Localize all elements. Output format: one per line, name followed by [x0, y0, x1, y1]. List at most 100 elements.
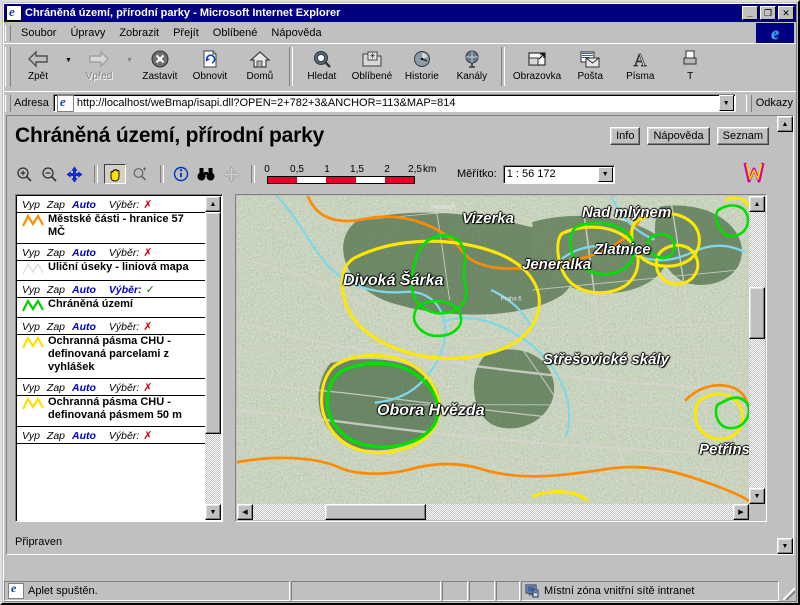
- links-grip[interactable]: [745, 94, 752, 112]
- layer-0-auto[interactable]: Auto: [72, 199, 96, 211]
- layer-1-off[interactable]: Vyp: [22, 247, 40, 259]
- minimize-icon: _: [747, 8, 753, 18]
- forward-dropdown-arrow-icon[interactable]: ▼: [126, 44, 133, 91]
- info-button[interactable]: Info: [610, 127, 641, 145]
- zoom-in-icon[interactable]: [13, 164, 35, 184]
- scale-select[interactable]: 1 : 56 172 ▼: [502, 164, 615, 184]
- map-view[interactable]: Nebušice Praha 6 Vizerka Nad mlýnem Zlat…: [237, 196, 749, 504]
- toolbar-refresh-button[interactable]: Obnovit: [185, 44, 235, 91]
- document-scroll-up-button[interactable]: ▲: [777, 116, 793, 132]
- toolbar-mail-button[interactable]: Pošta: [565, 44, 615, 91]
- layer-3-select-label[interactable]: Výběr:: [109, 321, 139, 333]
- toolbar-fonts-button[interactable]: A Písma: [615, 44, 665, 91]
- zoom-out-icon[interactable]: [38, 164, 60, 184]
- toolbar-history-button[interactable]: Historie: [397, 44, 447, 91]
- toolbar-home-button[interactable]: Domů: [235, 44, 285, 91]
- list-item[interactable]: Ochranná pásma CHÚ - definovaná parcelam…: [17, 335, 205, 379]
- layer-2-select-label[interactable]: Výběr:: [109, 284, 142, 296]
- document-scroll-track[interactable]: [777, 132, 793, 538]
- zoom-selection-icon[interactable]: [129, 164, 151, 184]
- layer-scroll-track[interactable]: [205, 212, 221, 504]
- toolbar-grip[interactable]: [5, 47, 11, 87]
- layer-2-select-mark[interactable]: ✓: [146, 283, 155, 296]
- resize-grip[interactable]: [780, 581, 796, 601]
- layer-5-auto[interactable]: Auto: [72, 430, 96, 442]
- menu-zobrazit[interactable]: Zobrazit: [112, 25, 166, 41]
- menu-oblibene[interactable]: Oblíbené: [206, 25, 265, 41]
- layer-panel-scrollbar[interactable]: ▲ ▼: [205, 196, 221, 520]
- address-dropdown-arrow-icon[interactable]: ▼: [718, 95, 734, 111]
- map-hscroll-thumb[interactable]: [325, 504, 426, 520]
- list-item[interactable]: Městské části - hranice 57 MČ: [17, 213, 205, 244]
- layer-1-on[interactable]: Zap: [47, 247, 65, 259]
- layer-2-off[interactable]: Vyp: [22, 284, 40, 296]
- layer-3-auto[interactable]: Auto: [72, 321, 96, 333]
- menu-grip[interactable]: [5, 25, 11, 41]
- map-horizontal-scrollbar[interactable]: ◀ ▶: [237, 504, 749, 520]
- layer-2-auto[interactable]: Auto: [72, 284, 96, 296]
- layer-3-off[interactable]: Vyp: [22, 321, 40, 333]
- map-scroll-up-button[interactable]: ▲: [749, 196, 765, 212]
- layer-1-auto[interactable]: Auto: [72, 247, 96, 259]
- menu-napoveda[interactable]: Nápověda: [264, 25, 328, 41]
- menu-soubor[interactable]: Soubor: [14, 25, 63, 41]
- links-button[interactable]: Odkazy: [742, 94, 796, 112]
- menu-upravy[interactable]: Úpravy: [63, 25, 112, 41]
- list-item[interactable]: Ochranná pásma CHÚ - definovaná pásmem 5…: [17, 396, 205, 427]
- document-scrollbar[interactable]: ▲ ▼: [777, 116, 793, 554]
- back-dropdown-arrow-icon[interactable]: ▼: [65, 44, 72, 91]
- find-binoculars-icon[interactable]: [195, 164, 217, 184]
- layer-scroll-thumb[interactable]: [205, 212, 221, 434]
- layer-3-on[interactable]: Zap: [47, 321, 65, 333]
- map-scroll-left-button[interactable]: ◀: [237, 504, 253, 520]
- map-vscroll-thumb[interactable]: [749, 286, 765, 339]
- info-identify-icon[interactable]: [170, 164, 192, 184]
- maximize-button[interactable]: ❐: [760, 6, 776, 20]
- layer-4-select-mark[interactable]: ✗: [143, 381, 152, 394]
- layer-4-off[interactable]: Vyp: [22, 382, 40, 394]
- hand-pan-icon[interactable]: [104, 164, 126, 184]
- layer-5-on[interactable]: Zap: [47, 430, 65, 442]
- toolbar-print-button[interactable]: T: [665, 44, 715, 91]
- layer-5-select-mark[interactable]: ✗: [143, 429, 152, 442]
- help-button[interactable]: Nápověda: [647, 127, 710, 145]
- document-scroll-down-button[interactable]: ▼: [777, 538, 793, 554]
- layer-4-on[interactable]: Zap: [47, 382, 65, 394]
- pan-arrows-icon[interactable]: [63, 164, 85, 184]
- toolbar-back-button[interactable]: Zpět: [13, 44, 63, 91]
- chevron-down-icon[interactable]: ▼: [597, 166, 613, 182]
- layer-5-off[interactable]: Vyp: [22, 430, 40, 442]
- layer-4-select-label[interactable]: Výběr:: [109, 382, 139, 394]
- layer-0-select-label[interactable]: Výběr:: [109, 199, 139, 211]
- layer-4-auto[interactable]: Auto: [72, 382, 96, 394]
- toolbar-favorites-button[interactable]: ✳ Oblíbené: [347, 44, 397, 91]
- toolbar-channels-button[interactable]: Kanály: [447, 44, 497, 91]
- toolbar-forward-button[interactable]: Vpřed: [74, 44, 124, 91]
- layer-3-select-mark[interactable]: ✗: [143, 320, 152, 333]
- layer-1-select-label[interactable]: Výběr:: [109, 247, 139, 259]
- address-grip[interactable]: [5, 94, 11, 112]
- layer-scroll-up-button[interactable]: ▲: [205, 196, 221, 212]
- layer-0-off[interactable]: Vyp: [22, 199, 40, 211]
- layer-0-select-mark[interactable]: ✗: [143, 198, 152, 211]
- map-vertical-scrollbar[interactable]: ▲ ▼: [749, 196, 765, 504]
- toolbar-search-button[interactable]: Hledat: [297, 44, 347, 91]
- menu-prejit[interactable]: Přejít: [166, 25, 206, 41]
- layer-1-select-mark[interactable]: ✗: [143, 246, 152, 259]
- address-input[interactable]: http://localhost/weBmap/isapi.dll?OPEN=2…: [52, 94, 736, 112]
- layer-2-on[interactable]: Zap: [47, 284, 65, 296]
- map-scroll-down-button[interactable]: ▼: [749, 488, 765, 504]
- list-button[interactable]: Seznam: [716, 127, 769, 145]
- toolbar-stop-button[interactable]: Zastavit: [135, 44, 185, 91]
- layer-5-select-label[interactable]: Výběr:: [109, 430, 139, 442]
- toolbar-fullscreen-button[interactable]: Obrazovka: [509, 44, 565, 91]
- map-vscroll-track[interactable]: [749, 212, 765, 488]
- layer-scroll-down-button[interactable]: ▼: [205, 504, 221, 520]
- list-item[interactable]: Chráněná území: [17, 298, 205, 318]
- layer-0-on[interactable]: Zap: [47, 199, 65, 211]
- map-scroll-right-button[interactable]: ▶: [733, 504, 749, 520]
- map-hscroll-track[interactable]: [253, 504, 733, 520]
- close-button[interactable]: ✕: [778, 6, 794, 20]
- list-item[interactable]: Uliční úseky - liniová mapa: [17, 261, 205, 281]
- minimize-button[interactable]: _: [742, 6, 758, 20]
